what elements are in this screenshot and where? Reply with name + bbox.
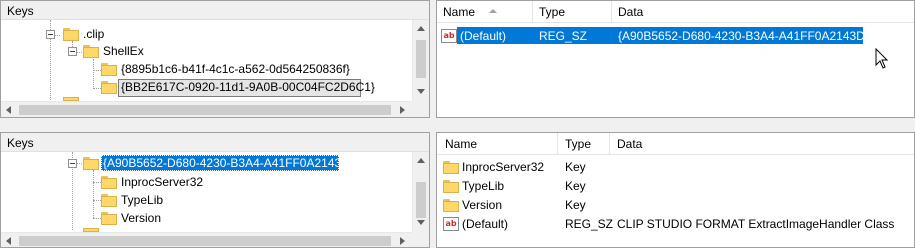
tree-item-typelib[interactable]: TypeLib bbox=[121, 193, 163, 207]
top-keys-horizontal-scrollbar[interactable] bbox=[1, 101, 412, 117]
column-header-data[interactable]: Data bbox=[618, 5, 643, 19]
column-header-type[interactable]: Type bbox=[565, 137, 591, 151]
top-keys-vertical-scrollbar[interactable] bbox=[412, 20, 429, 101]
column-header-name[interactable]: Name bbox=[445, 137, 477, 151]
value-name[interactable]: TypeLib bbox=[462, 179, 504, 193]
scroll-down-arrow-icon[interactable] bbox=[417, 89, 425, 94]
value-data: {A90B5652-D680-4230-B3A4-A41FF0A2143D} bbox=[618, 29, 869, 43]
tree-item-inprocserver32[interactable]: InprocServer32 bbox=[121, 175, 203, 189]
scroll-up-arrow-icon[interactable] bbox=[417, 26, 425, 31]
scrollbar-corner bbox=[412, 101, 429, 117]
folder-icon bbox=[443, 180, 459, 193]
folder-icon bbox=[101, 212, 117, 225]
reg-sz-icon: ab bbox=[441, 29, 457, 43]
tree-line bbox=[93, 200, 101, 202]
top-values-pane: Name Type Data ab (Default) REG_SZ {A90B… bbox=[436, 0, 915, 118]
folder-icon bbox=[101, 194, 117, 207]
tree-line bbox=[93, 88, 101, 90]
tree-item-guid-8895[interactable]: {8895b1c6-b41f-4c1c-a562-0d564250836f} bbox=[121, 62, 350, 76]
value-name[interactable]: (Default) bbox=[462, 217, 508, 231]
scrollbar-thumb[interactable] bbox=[19, 236, 391, 246]
clip-collapse-toggle[interactable] bbox=[46, 30, 55, 39]
value-name: (Default) bbox=[460, 29, 507, 43]
scroll-down-arrow-icon[interactable] bbox=[417, 220, 425, 225]
bottom-keys-vertical-scrollbar[interactable] bbox=[412, 152, 429, 232]
top-keys-header-label: Keys bbox=[7, 4, 34, 18]
scrollbar-corner bbox=[412, 232, 429, 247]
tree-line bbox=[93, 170, 95, 218]
scroll-right-arrow-icon[interactable] bbox=[400, 106, 405, 114]
column-header-name[interactable]: Name bbox=[443, 5, 475, 19]
scroll-up-arrow-icon[interactable] bbox=[417, 158, 425, 163]
column-header-type[interactable]: Type bbox=[539, 5, 565, 19]
bottom-values-header: Name Type Data bbox=[437, 133, 914, 155]
top-values-header: Name Type Data bbox=[437, 1, 914, 23]
scrollbar-thumb[interactable] bbox=[416, 40, 426, 78]
value-type: Key bbox=[565, 160, 586, 174]
value-data: CLIP STUDIO FORMAT ExtractImageHandler C… bbox=[617, 217, 895, 231]
bottom-keys-header-label: Keys bbox=[7, 136, 34, 150]
clsid-collapse-toggle[interactable] bbox=[68, 159, 77, 168]
top-keys-pane: Keys .clip ShellEx {8895b1c6-b41f-4c1c-a… bbox=[0, 0, 430, 118]
column-separator[interactable] bbox=[557, 133, 558, 154]
top-keys-header: Keys bbox=[1, 1, 429, 20]
bottom-keys-pane: Keys {A90B5652-D680-4230-B3A4-A41FF0A214… bbox=[0, 132, 430, 248]
value-type: REG_SZ bbox=[539, 29, 588, 43]
folder-icon bbox=[101, 176, 117, 189]
value-type: REG_SZ bbox=[565, 217, 614, 231]
scroll-left-arrow-icon[interactable] bbox=[6, 237, 11, 245]
bottom-keys-header: Keys bbox=[1, 133, 429, 152]
bottom-keys-horizontal-scrollbar[interactable] bbox=[1, 232, 412, 247]
tree-line bbox=[93, 59, 95, 89]
folder-icon bbox=[443, 199, 459, 212]
tree-item-guid-bb2e[interactable]: {BB2E617C-0920-11d1-9A0B-00C04FC2D6C1} bbox=[121, 80, 375, 94]
folder-icon bbox=[83, 157, 99, 170]
tree-item-shellex[interactable]: ShellEx bbox=[103, 44, 144, 58]
scrollbar-thumb[interactable] bbox=[416, 182, 426, 218]
scroll-right-arrow-icon[interactable] bbox=[400, 237, 405, 245]
scroll-left-arrow-icon[interactable] bbox=[6, 106, 11, 114]
tree-item-version[interactable]: Version bbox=[121, 211, 161, 225]
column-separator[interactable] bbox=[611, 1, 612, 22]
value-type: Key bbox=[565, 179, 586, 193]
tree-line bbox=[93, 182, 101, 184]
value-type: Key bbox=[565, 198, 586, 212]
bottom-values-pane: Name Type Data InprocServer32 Key TypeLi… bbox=[436, 132, 915, 248]
folder-icon bbox=[101, 81, 117, 94]
value-name[interactable]: InprocServer32 bbox=[462, 160, 544, 174]
sort-ascending-icon bbox=[489, 9, 497, 13]
tree-line bbox=[93, 218, 101, 220]
tree-item-clsid[interactable]: {A90B5652-D680-4230-B3A4-A41FF0A2143D} bbox=[103, 156, 354, 170]
folder-icon bbox=[63, 28, 79, 41]
column-header-data[interactable]: Data bbox=[617, 137, 642, 151]
tree-item-clip[interactable]: .clip bbox=[83, 27, 104, 41]
column-separator[interactable] bbox=[609, 133, 610, 154]
value-name[interactable]: Version bbox=[462, 198, 502, 212]
shellex-collapse-toggle[interactable] bbox=[68, 47, 77, 56]
scrollbar-thumb[interactable] bbox=[19, 105, 391, 115]
folder-icon bbox=[101, 63, 117, 76]
column-separator[interactable] bbox=[532, 1, 533, 22]
tree-line bbox=[93, 70, 101, 72]
mouse-cursor-icon bbox=[875, 48, 889, 69]
reg-sz-icon: ab bbox=[443, 217, 459, 231]
folder-icon bbox=[443, 161, 459, 174]
folder-icon bbox=[83, 45, 99, 58]
